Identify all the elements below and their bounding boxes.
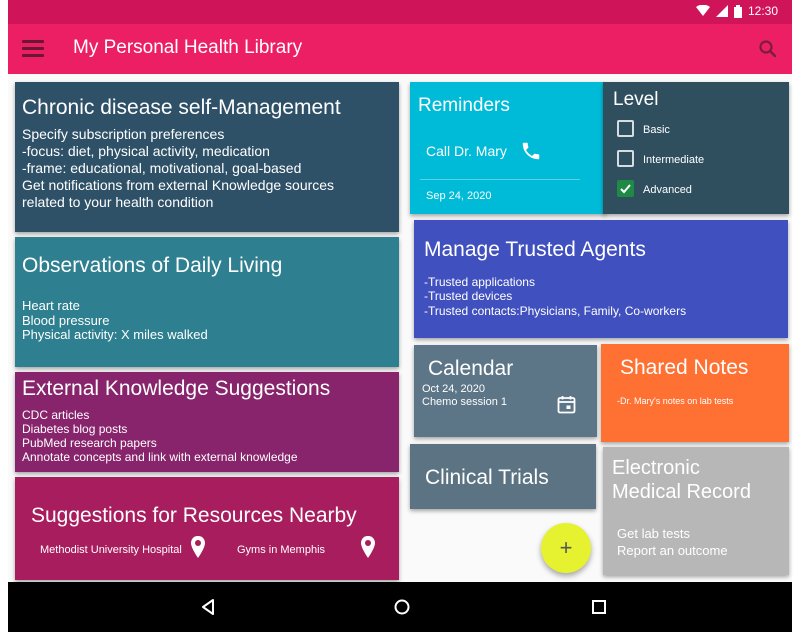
card-title: Manage Trusted Agents	[424, 238, 646, 261]
calendar-date: Oct 24, 2020	[422, 383, 485, 395]
card-title-line2: Medical Record	[612, 481, 751, 503]
card-line: CDC articles	[22, 408, 90, 422]
location-pin-icon[interactable]	[191, 536, 205, 558]
status-time: 12:30	[747, 4, 778, 18]
card-line: Annotate concepts and link with external…	[22, 450, 298, 464]
hamburger-menu-icon[interactable]	[22, 40, 44, 58]
check-icon	[620, 184, 631, 194]
checkbox-basic[interactable]	[617, 120, 634, 137]
card-line: -Trusted applications	[424, 275, 535, 289]
card-title: Clinical Trials	[425, 466, 549, 489]
card-title: Observations of Daily Living	[22, 254, 283, 277]
home-icon[interactable]	[389, 594, 415, 620]
calendar-icon[interactable]	[557, 395, 576, 414]
add-icon: +	[559, 535, 573, 560]
card-title: Level	[613, 89, 659, 110]
add-button[interactable]: +	[541, 523, 591, 573]
wifi-icon	[695, 5, 710, 16]
chronic-disease-card[interactable]: Chronic disease self-Management Specify …	[15, 82, 399, 232]
external-knowledge-card[interactable]: External Knowledge Suggestions CDC artic…	[15, 372, 399, 472]
status-icons: 12:30	[695, 4, 778, 18]
card-line: Get notifications from external Knowledg…	[22, 177, 335, 193]
signal-icon	[715, 5, 728, 17]
app-bar: My Personal Health Library	[8, 24, 792, 74]
battery-icon	[733, 4, 742, 18]
checkbox-label: Intermediate	[643, 154, 705, 166]
resources-nearby-card[interactable]: Suggestions for Resources Nearby Methodi…	[15, 477, 399, 580]
calendar-event: Chemo session 1	[422, 396, 507, 408]
card-title-line1: Electronic	[612, 457, 700, 479]
checkbox-label: Advanced	[643, 184, 692, 196]
card-line: Heart rate	[22, 298, 80, 313]
place-label[interactable]: Gyms in Memphis	[237, 543, 325, 558]
observations-card[interactable]: Observations of Daily Living Heart rate …	[15, 237, 399, 367]
card-line: Physical activity: X miles walked	[22, 327, 208, 342]
reminder-date: Sep 24, 2020	[426, 190, 492, 202]
status-bar: 12:30	[8, 0, 792, 24]
card-line: PubMed research papers	[22, 436, 157, 450]
search-icon[interactable]	[757, 38, 779, 60]
shared-notes-card[interactable]: Shared Notes -Dr. Mary's notes on lab te…	[601, 344, 789, 442]
card-title: Reminders	[418, 95, 510, 116]
card-line: Diabetes blog posts	[22, 422, 128, 436]
reminder-item[interactable]: Call Dr. Mary	[426, 144, 507, 159]
card-line: -Trusted contacts:Physicians, Family, Co…	[424, 304, 687, 318]
card-line: Blood pressure	[22, 313, 110, 328]
clinical-trials-card[interactable]: Clinical Trials	[410, 444, 596, 509]
level-card: Level Basic Intermediate Advanced	[603, 82, 789, 214]
recents-icon[interactable]	[586, 594, 612, 620]
place-label[interactable]: Methodist University Hospital	[40, 543, 182, 558]
card-title: External Knowledge Suggestions	[22, 377, 331, 400]
card-line: -frame: educational, motivational, goal-…	[22, 160, 302, 176]
checkbox-label: Basic	[643, 124, 670, 136]
card-title: Chronic disease self-Management	[22, 96, 341, 119]
emr-action[interactable]: Report an outcome	[617, 543, 728, 558]
navigation-bar	[8, 582, 792, 632]
card-title: Shared Notes	[620, 356, 749, 379]
card-line: related to your health condition	[22, 194, 214, 210]
calendar-card[interactable]: Calendar Oct 24, 2020 Chemo session 1	[414, 345, 597, 437]
app-title: My Personal Health Library	[73, 37, 303, 58]
card-line: -focus: diet, physical activity, medicat…	[22, 143, 270, 159]
card-line: Specify subscription preferences	[22, 126, 225, 142]
checkbox-advanced[interactable]	[617, 180, 634, 197]
trusted-agents-card[interactable]: Manage Trusted Agents -Trusted applicati…	[414, 220, 788, 338]
checkbox-intermediate[interactable]	[617, 150, 634, 167]
card-title: Calendar	[428, 357, 514, 380]
card-title: Suggestions for Resources Nearby	[31, 504, 357, 527]
divider	[420, 179, 580, 180]
card-line: -Trusted devices	[424, 289, 513, 303]
reminders-card[interactable]: Reminders Call Dr. Mary Sep 24, 2020	[410, 82, 606, 214]
emr-action[interactable]: Get lab tests	[617, 526, 690, 541]
phone-icon[interactable]	[520, 140, 542, 162]
location-pin-icon[interactable]	[361, 536, 375, 558]
card-line: -Dr. Mary's notes on lab tests	[617, 396, 734, 406]
electronic-medical-record-card[interactable]: Electronic Medical Record Get lab tests …	[603, 447, 789, 575]
back-icon[interactable]	[195, 594, 221, 620]
